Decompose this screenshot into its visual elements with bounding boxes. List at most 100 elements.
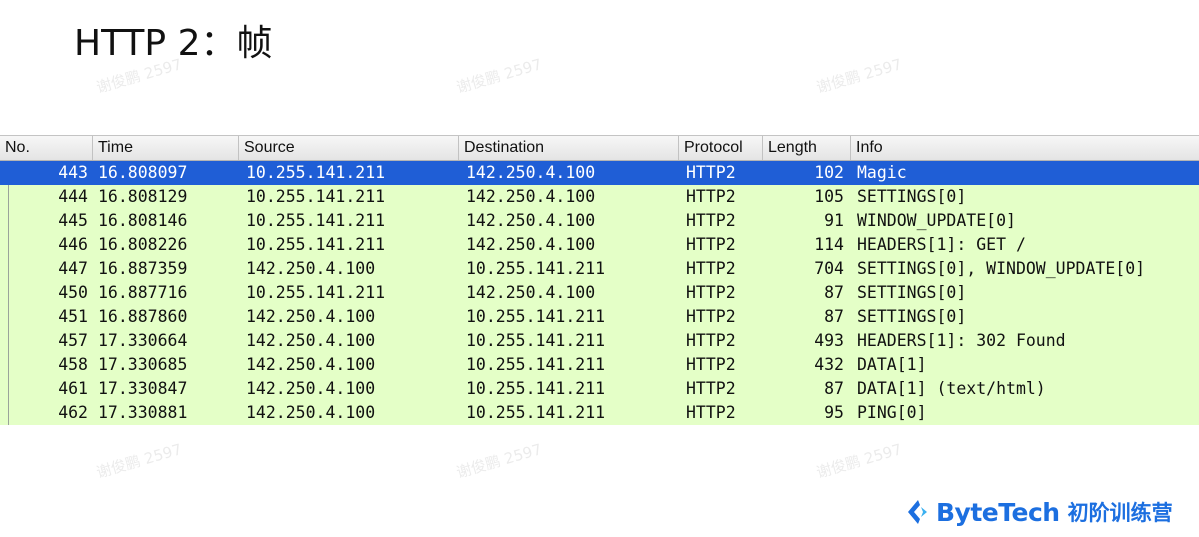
packet-row[interactable]: 450 16.887716 10.255.141.211 142.250.4.100 H… — [0, 281, 1199, 305]
watermark: 谢俊鹏 2597 — [814, 55, 904, 97]
cell-length: 95 — [824, 403, 844, 422]
cell-destination: 142.250.4.100 — [466, 211, 596, 230]
cell-protocol: HTTP2 — [686, 307, 736, 326]
column-header-protocol[interactable]: Protocol — [678, 136, 762, 160]
cell-source: 142.250.4.100 — [246, 403, 376, 422]
cell-no: 450 — [58, 283, 88, 302]
packet-row[interactable]: 461 17.330847 142.250.4.100 10.255.141.211 H… — [0, 377, 1199, 401]
packet-row[interactable]: 458 17.330685 142.250.4.100 10.255.141.211 H… — [0, 353, 1199, 377]
cell-info: Magic — [857, 163, 907, 182]
packet-row[interactable]: 462 17.330881 142.250.4.100 10.255.141.211 H… — [0, 401, 1199, 425]
packet-row[interactable]: 446 16.808226 10.255.141.211 142.250.4.100 H… — [0, 233, 1199, 257]
cell-time: 17.330881 — [98, 403, 188, 422]
column-header-source[interactable]: Source — [238, 136, 458, 160]
cell-destination: 142.250.4.100 — [466, 235, 596, 254]
cell-length: 102 — [814, 163, 844, 182]
cell-source: 10.255.141.211 — [246, 187, 386, 206]
cell-no: 458 — [58, 355, 88, 374]
column-header-length[interactable]: Length — [762, 136, 850, 160]
cell-no: 445 — [58, 211, 88, 230]
cell-info: WINDOW_UPDATE[0] — [857, 211, 1016, 230]
cell-destination: 10.255.141.211 — [466, 307, 606, 326]
cell-protocol: HTTP2 — [686, 163, 736, 182]
cell-destination: 10.255.141.211 — [466, 355, 606, 374]
cell-length: 493 — [814, 331, 844, 350]
brand-tag: 初阶训练营 — [1067, 501, 1173, 525]
row-gutter — [8, 353, 9, 377]
row-gutter — [8, 161, 9, 185]
cell-protocol: HTTP2 — [686, 403, 736, 422]
cell-no: 446 — [58, 235, 88, 254]
cell-destination: 10.255.141.211 — [466, 379, 606, 398]
cell-no: 461 — [58, 379, 88, 398]
cell-protocol: HTTP2 — [686, 331, 736, 350]
watermark: 谢俊鹏 2597 — [454, 55, 544, 97]
row-gutter — [8, 305, 9, 329]
cell-source: 142.250.4.100 — [246, 259, 376, 278]
cell-destination: 142.250.4.100 — [466, 163, 596, 182]
packet-row[interactable]: 443 16.808097 10.255.141.211 142.250.4.100 H… — [0, 161, 1199, 185]
cell-destination: 10.255.141.211 — [466, 403, 606, 422]
watermark: 谢俊鹏 2597 — [814, 440, 904, 482]
cell-info: SETTINGS[0] — [857, 187, 967, 206]
cell-source: 142.250.4.100 — [246, 307, 376, 326]
brand-name: ByteTech — [936, 497, 1060, 527]
cell-info: HEADERS[1]: 302 Found — [857, 331, 1066, 350]
packet-row[interactable]: 444 16.808129 10.255.141.211 142.250.4.100 H… — [0, 185, 1199, 209]
packet-row[interactable]: 451 16.887860 142.250.4.100 10.255.141.211 H… — [0, 305, 1199, 329]
cell-protocol: HTTP2 — [686, 259, 736, 278]
cell-info: SETTINGS[0] — [857, 283, 967, 302]
packet-list: No. Time Source Destination Protocol Len… — [0, 135, 1199, 425]
cell-info: HEADERS[1]: GET / — [857, 235, 1026, 254]
cell-time: 17.330847 — [98, 379, 188, 398]
cell-destination: 10.255.141.211 — [466, 259, 606, 278]
packet-row[interactable]: 445 16.808146 10.255.141.211 142.250.4.100 H… — [0, 209, 1199, 233]
row-gutter — [8, 209, 9, 233]
cell-protocol: HTTP2 — [686, 235, 736, 254]
cell-protocol: HTTP2 — [686, 283, 736, 302]
cell-time: 16.808146 — [98, 211, 188, 230]
cell-no: 447 — [58, 259, 88, 278]
watermark: 谢俊鹏 2597 — [454, 440, 544, 482]
cell-time: 16.808097 — [98, 163, 188, 182]
cell-protocol: HTTP2 — [686, 211, 736, 230]
row-gutter — [8, 281, 9, 305]
slide-title: HTTP 2：帧 — [74, 23, 273, 64]
watermark: 谢俊鹏 2597 — [94, 440, 184, 482]
cell-length: 114 — [814, 235, 844, 254]
cell-time: 17.330664 — [98, 331, 188, 350]
cell-info: PING[0] — [857, 403, 927, 422]
cell-length: 105 — [814, 187, 844, 206]
row-gutter — [8, 257, 9, 281]
cell-protocol: HTTP2 — [686, 379, 736, 398]
cell-length: 91 — [824, 211, 844, 230]
row-gutter — [8, 377, 9, 401]
cell-info: SETTINGS[0] — [857, 307, 967, 326]
cell-length: 87 — [824, 283, 844, 302]
cell-protocol: HTTP2 — [686, 355, 736, 374]
packet-row[interactable]: 447 16.887359 142.250.4.100 10.255.141.211 H… — [0, 257, 1199, 281]
cell-info: DATA[1] (text/html) — [857, 379, 1046, 398]
cell-destination: 142.250.4.100 — [466, 187, 596, 206]
cell-no: 451 — [58, 307, 88, 326]
cell-no: 457 — [58, 331, 88, 350]
cell-destination: 142.250.4.100 — [466, 283, 596, 302]
row-gutter — [8, 329, 9, 353]
cell-time: 16.808226 — [98, 235, 188, 254]
column-header-no[interactable]: No. — [0, 136, 92, 160]
cell-info: DATA[1] — [857, 355, 927, 374]
cell-no: 444 — [58, 187, 88, 206]
column-header-time[interactable]: Time — [92, 136, 238, 160]
packet-rows: 443 16.808097 10.255.141.211 142.250.4.100 H… — [0, 161, 1199, 425]
row-gutter — [8, 401, 9, 425]
packet-row[interactable]: 457 17.330664 142.250.4.100 10.255.141.211 H… — [0, 329, 1199, 353]
cell-length: 432 — [814, 355, 844, 374]
cell-time: 16.887716 — [98, 283, 188, 302]
cell-source: 10.255.141.211 — [246, 235, 386, 254]
cell-length: 87 — [824, 307, 844, 326]
column-header-destination[interactable]: Destination — [458, 136, 678, 160]
cell-protocol: HTTP2 — [686, 187, 736, 206]
cell-time: 16.808129 — [98, 187, 188, 206]
column-header-info[interactable]: Info — [850, 136, 1199, 160]
packet-list-header: No. Time Source Destination Protocol Len… — [0, 135, 1199, 161]
